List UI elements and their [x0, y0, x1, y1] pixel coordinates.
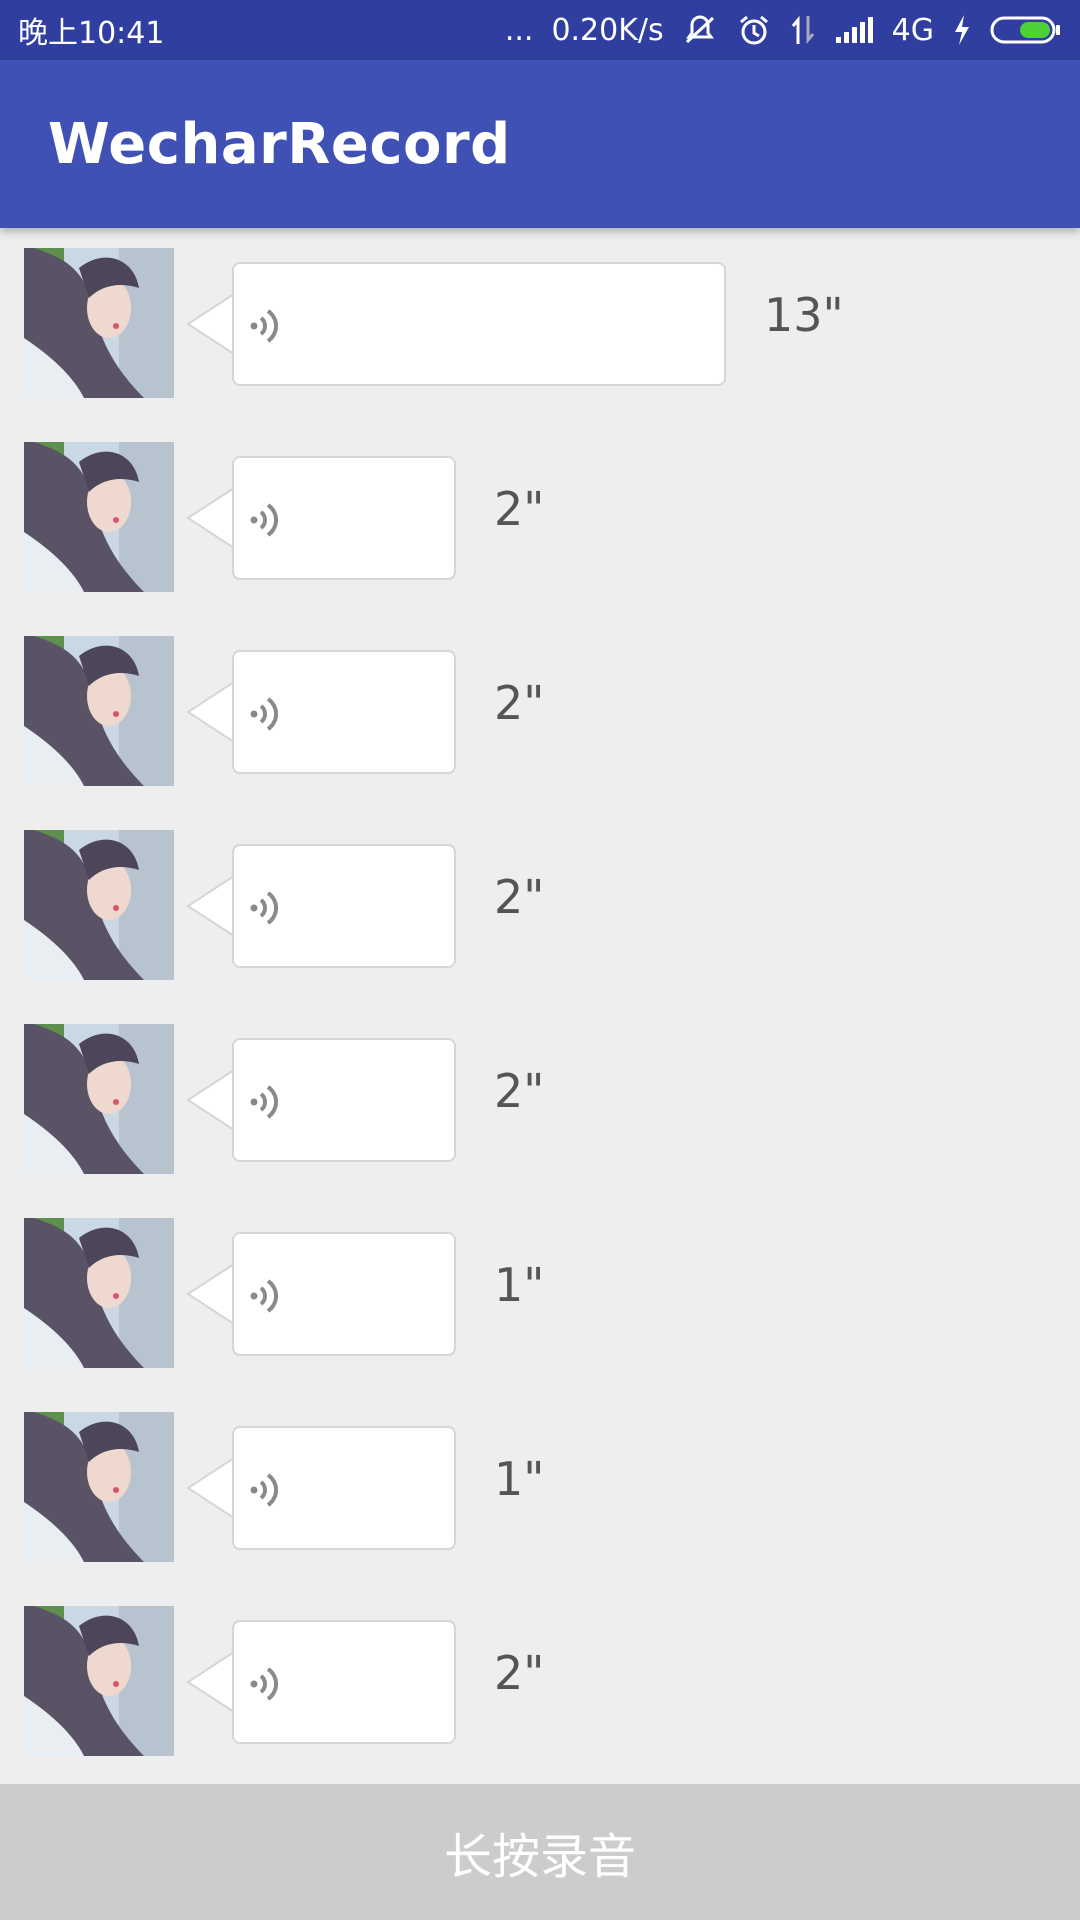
voice-message-row: 2"	[0, 1004, 1080, 1198]
voice-message-row: 2"	[0, 422, 1080, 616]
voice-bubble[interactable]	[232, 1426, 456, 1550]
avatar	[24, 442, 174, 592]
voice-play-icon	[246, 1080, 286, 1124]
voice-bubble[interactable]	[232, 1038, 456, 1162]
bubble-tail	[186, 682, 234, 742]
bubble-tail	[186, 1264, 234, 1324]
voice-duration: 2"	[494, 1646, 545, 1700]
voice-duration: 2"	[494, 676, 545, 730]
status-bar: 晚上10:41 ... 0.20K/s 4G	[0, 0, 1080, 60]
bubble-tail	[186, 488, 234, 548]
bubble-tail	[186, 1070, 234, 1130]
voice-message-list[interactable]: 13" 2" 2" 2" 2" 1" 1" 2"	[0, 228, 1080, 1784]
voice-bubble[interactable]	[232, 262, 726, 386]
app-bar: WecharRecord	[0, 60, 1080, 228]
avatar	[24, 1024, 174, 1174]
bubble-tail	[186, 876, 234, 936]
voice-play-icon	[246, 304, 286, 348]
voice-play-icon	[246, 886, 286, 930]
status-right-group: ... 0.20K/s 4G	[505, 12, 1062, 48]
avatar	[24, 830, 174, 980]
bubble-tail	[186, 1458, 234, 1518]
voice-message-row: 2"	[0, 810, 1080, 1004]
voice-duration: 1"	[494, 1258, 545, 1312]
status-network-type: 4G	[891, 12, 934, 48]
voice-bubble[interactable]	[232, 456, 456, 580]
voice-play-icon	[246, 1274, 286, 1318]
status-network-speed: 0.20K/s	[551, 12, 664, 48]
battery-icon	[990, 14, 1062, 46]
voice-message-row: 1"	[0, 1392, 1080, 1586]
voice-bubble[interactable]	[232, 650, 456, 774]
charging-icon	[952, 13, 972, 47]
voice-message-row: 1"	[0, 1198, 1080, 1392]
avatar	[24, 1412, 174, 1562]
voice-play-icon	[246, 1662, 286, 1706]
voice-bubble[interactable]	[232, 844, 456, 968]
avatar	[24, 248, 174, 398]
mute-icon	[682, 12, 718, 48]
app-title: WecharRecord	[48, 111, 511, 177]
voice-play-icon	[246, 498, 286, 542]
voice-play-icon	[246, 1468, 286, 1512]
signal-icon	[834, 15, 874, 45]
voice-duration: 13"	[764, 288, 844, 342]
voice-duration: 2"	[494, 1064, 545, 1118]
avatar	[24, 1218, 174, 1368]
voice-message-row: 13"	[0, 228, 1080, 422]
voice-bubble[interactable]	[232, 1232, 456, 1356]
voice-duration: 2"	[494, 482, 545, 536]
voice-bubble[interactable]	[232, 1620, 456, 1744]
voice-play-icon	[246, 692, 286, 736]
bubble-tail	[186, 294, 234, 354]
status-more-dots: ...	[504, 12, 534, 48]
avatar	[24, 636, 174, 786]
data-transfer-icon	[790, 12, 816, 48]
alarm-icon	[736, 12, 772, 48]
voice-duration: 1"	[494, 1452, 545, 1506]
hold-to-record-button[interactable]: 长按录音	[0, 1784, 1080, 1920]
voice-duration: 2"	[494, 870, 545, 924]
avatar	[24, 1606, 174, 1756]
status-time: 晚上10:41	[18, 16, 165, 51]
voice-message-row: 2"	[0, 616, 1080, 810]
bubble-tail	[186, 1652, 234, 1712]
voice-message-row: 2"	[0, 1586, 1080, 1780]
